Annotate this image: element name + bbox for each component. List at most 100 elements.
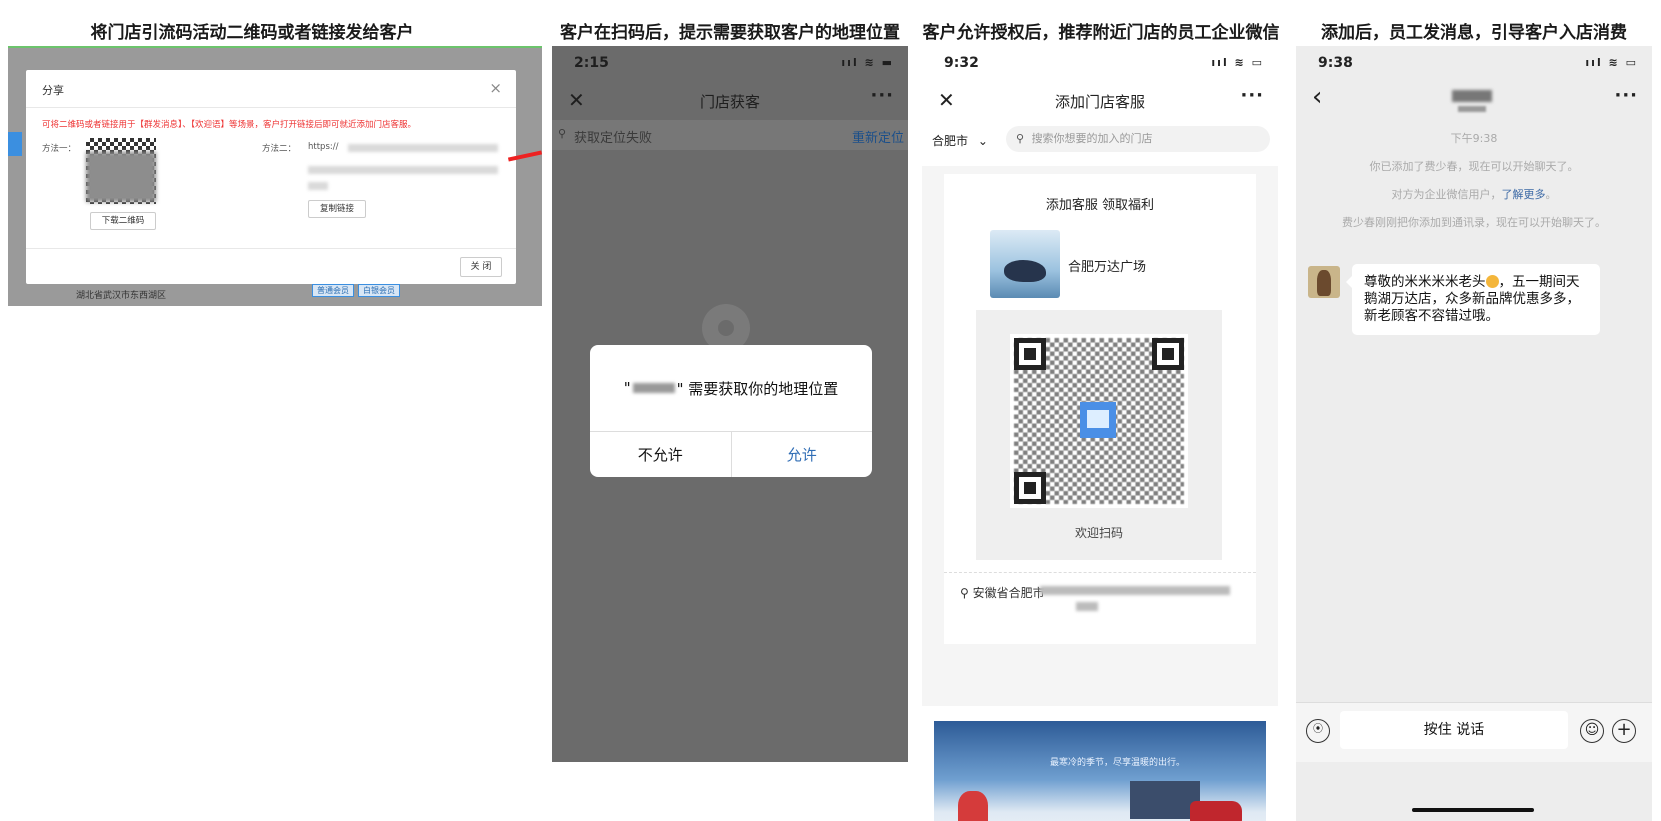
- learn-more-link[interactable]: 了解更多: [1502, 188, 1546, 201]
- address-prefix: 安徽省合肥市: [972, 586, 1045, 600]
- home-indicator: [1412, 808, 1534, 812]
- qr-code-box: 欢迎扫码: [976, 310, 1222, 560]
- step-title-2: 客户在扫码后，提示需要获取客户的地理位置: [560, 23, 900, 43]
- plus-icon[interactable]: +: [1612, 719, 1636, 743]
- store-logo-image: [990, 230, 1060, 298]
- store-content: 添加客服 领取福利 合肥万达广场 欢迎扫码 ⚲ 安徽省合肥市: [922, 166, 1278, 706]
- signal-icon: ııl ≋ ▬: [841, 56, 894, 69]
- qr-center-logo-icon: [1080, 402, 1116, 438]
- step-title-1: 将门店引流码活动二维码或者链接发给客户: [90, 23, 414, 43]
- store-search-input[interactable]: ⚲ 搜索你想要的加入的门店: [1006, 126, 1270, 152]
- deny-button[interactable]: 不允许: [590, 432, 732, 477]
- system-message: 你已添加了费少春，现在可以开始聊天了。: [1369, 160, 1579, 173]
- alert-message: " " 需要获取你的地理位置: [590, 345, 872, 431]
- store-name: 合肥万达广场: [1068, 260, 1147, 275]
- app-name-blur: [632, 383, 675, 393]
- qr-finder-icon: [1014, 338, 1046, 370]
- background-tag: 白银会员: [358, 284, 400, 297]
- card-title: 添加客服 领取福利: [1045, 198, 1155, 213]
- alert-text: " 需要获取你的地理位置: [676, 379, 839, 398]
- qr-caption: 欢迎扫码: [1074, 526, 1123, 540]
- status-time: 2:15: [574, 55, 609, 71]
- store-card: 添加客服 领取福利 合肥万达广场 欢迎扫码 ⚲ 安徽省合肥市: [944, 174, 1256, 644]
- whale-icon: [1004, 260, 1046, 282]
- voice-icon[interactable]: ⦿: [1306, 719, 1330, 743]
- search-icon: ⚲: [1016, 132, 1025, 145]
- share-tip: 可将二维码或者链接用于【群发消息】、【欢迎语】等场景，客户打开链接后即可就近添加…: [42, 120, 417, 130]
- alert-buttons: 不允许 允许: [590, 431, 872, 477]
- contact-name-blur: [1452, 90, 1492, 102]
- dialog-title: 分享: [42, 84, 64, 97]
- url-blur: [308, 182, 328, 190]
- location-status: 获取定位失败: [574, 131, 653, 146]
- system-message: 费少春刚刚把你添加到通讯录，现在可以开始聊天了。: [1342, 216, 1606, 229]
- alert-quote-open: ": [623, 379, 631, 397]
- share-dialog: 分享 × 可将二维码或者链接用于【群发消息】、【欢迎语】等场景，客户打开链接后即…: [26, 70, 516, 284]
- download-qr-button[interactable]: 下载二维码: [90, 212, 156, 230]
- message-text: 尊敬的米米米米老头: [1364, 274, 1486, 290]
- background-tag: 普通会员: [312, 284, 354, 297]
- page-title: 添加门店客服: [1054, 93, 1145, 111]
- qr-finder-icon: [1152, 338, 1184, 370]
- close-button[interactable]: 关 闭: [460, 257, 502, 277]
- status-bar: 2:15 ııl ≋ ▬: [552, 46, 908, 80]
- system-message: 对方为企业微信用户，了解更多。: [1296, 186, 1652, 202]
- city-selector[interactable]: 合肥市 ⌄: [932, 132, 988, 149]
- address-blur: [1076, 602, 1098, 611]
- chat-bubble[interactable]: 尊敬的米米米米老头 ，五一期间天鹅湖万达店，众多新品牌优惠多多，新老顾客不容错过哦…: [1346, 264, 1600, 335]
- system-message-end: 。: [1545, 188, 1557, 201]
- search-row: 合肥市 ⌄ ⚲ 搜索你想要的加入的门店: [922, 120, 1278, 160]
- store-address: ⚲ 安徽省合肥市: [960, 584, 1045, 601]
- banner-person: [958, 791, 988, 821]
- signal-icon: ııl ≋ ▭: [1585, 56, 1638, 69]
- nav-bar: ✕ 添加门店客服 ···: [922, 80, 1278, 120]
- step-title-3: 客户允许授权后，推荐附近门店的员工企业微信: [922, 23, 1280, 43]
- banner-text: 最寒冷的季节，尽享温暖的出行。: [1050, 758, 1186, 768]
- city-label: 合肥市: [932, 134, 969, 148]
- method-two-label: 方法二：: [262, 144, 297, 154]
- emoji-icon[interactable]: ☺: [1580, 719, 1604, 743]
- copy-link-button[interactable]: 复制链接: [308, 200, 366, 218]
- chat-time: 下午9:38: [1450, 132, 1498, 145]
- share-screenshot: 湖北省武汉市东西湖区 普通会员 白银会员 分享 × 可将二维码或者链接用于【群发…: [8, 46, 542, 306]
- location-pin-icon: ⚲: [558, 127, 567, 140]
- status-time: 9:32: [944, 55, 979, 71]
- method-one-label: 方法一：: [42, 144, 77, 154]
- status-bar: 9:38 ııl ≋ ▭: [1296, 46, 1652, 80]
- more-icon[interactable]: ···: [1240, 85, 1264, 106]
- more-icon[interactable]: ···: [870, 85, 894, 106]
- url-blur: [308, 166, 498, 174]
- qr-code-blur: [86, 152, 156, 202]
- banner-car-icon: [1190, 801, 1242, 821]
- relocate-link[interactable]: 重新定位: [852, 127, 904, 146]
- phone-location-prompt: 2:15 ııl ≋ ▬ ✕ 门店获客 ··· ⚲ 获取定位失败 重新定位 " …: [552, 46, 908, 762]
- step-title-4: 添加后，员工发消息，引导客户入店消费: [1321, 23, 1627, 43]
- location-bar: ⚲ 获取定位失败 重新定位: [552, 120, 908, 150]
- smile-emoji-icon: [1485, 275, 1499, 288]
- location-pin-icon: ⚲: [960, 586, 969, 600]
- avatar[interactable]: [1308, 266, 1340, 298]
- back-icon[interactable]: ‹: [1312, 82, 1322, 112]
- chevron-down-icon: ⌄: [977, 134, 988, 148]
- qr-code-image: [1010, 334, 1188, 508]
- address-blur: [1040, 586, 1230, 595]
- page-title: 门店获客: [699, 93, 760, 111]
- share-url[interactable]: https://: [308, 142, 338, 152]
- search-placeholder: 搜索你想要的加入的门店: [1031, 132, 1153, 145]
- promo-banner-image[interactable]: 最寒冷的季节，尽享温暖的出行。: [934, 721, 1266, 821]
- signal-icon: ııl ≋ ▭: [1211, 56, 1264, 69]
- status-bar: 9:32 ııl ≋ ▭: [922, 46, 1278, 80]
- contact-company-blur: [1458, 106, 1486, 112]
- close-icon[interactable]: ×: [489, 79, 502, 97]
- system-message-text: 对方为企业微信用户，: [1391, 188, 1502, 201]
- more-icon[interactable]: ···: [1614, 85, 1638, 106]
- hold-to-talk-button[interactable]: 按住 说话: [1340, 711, 1568, 749]
- qr-finder-icon: [1014, 472, 1046, 504]
- url-blur: [348, 144, 498, 152]
- background-address: 湖北省武汉市东西湖区: [76, 291, 167, 301]
- allow-button[interactable]: 允许: [732, 432, 873, 477]
- location-permission-alert: " " 需要获取你的地理位置 不允许 允许: [590, 345, 872, 477]
- dialog-header: 分享 ×: [26, 70, 516, 108]
- status-time: 9:38: [1318, 55, 1353, 71]
- nav-bar: ✕ 门店获客 ···: [552, 80, 908, 120]
